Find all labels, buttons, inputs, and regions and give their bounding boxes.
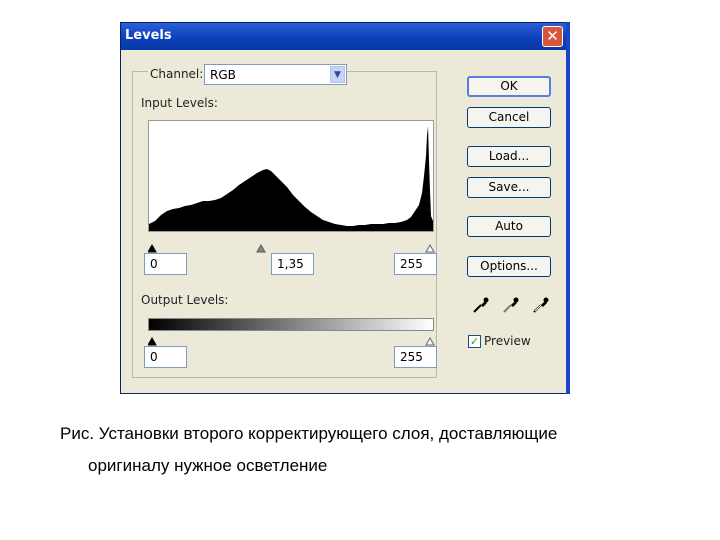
levels-dialog: Levels ✕ Channel: RGB ▼ Input Levels: 0 … (120, 22, 568, 394)
gray-eyedropper-icon[interactable] (502, 296, 520, 314)
histogram-graph (149, 126, 433, 231)
white-eyedropper-icon[interactable] (532, 296, 550, 314)
input-black-handle[interactable] (147, 243, 157, 253)
output-white-field[interactable]: 255 (394, 346, 437, 368)
auto-button[interactable]: Auto (467, 216, 551, 237)
input-levels-label: Input Levels: (141, 96, 218, 110)
ok-button[interactable]: OK (467, 76, 551, 97)
channel-select[interactable]: RGB ▼ (204, 64, 347, 85)
output-levels-label: Output Levels: (141, 293, 229, 307)
input-white-field[interactable]: 255 (394, 253, 437, 275)
output-slider[interactable] (147, 331, 435, 346)
input-white-handle[interactable] (425, 243, 435, 253)
window-edge (566, 22, 570, 394)
save-button[interactable]: Save... (467, 177, 551, 198)
preview-checkbox[interactable]: ✓ (468, 335, 481, 348)
dialog-title: Levels (125, 28, 172, 43)
load-button[interactable]: Load... (467, 146, 551, 167)
output-black-handle[interactable] (147, 336, 157, 346)
channel-value: RGB (210, 68, 236, 82)
input-gamma-handle[interactable] (256, 243, 266, 253)
input-black-field[interactable]: 0 (144, 253, 187, 275)
preview-label: Preview (484, 334, 531, 348)
cancel-button[interactable]: Cancel (467, 107, 551, 128)
channel-label: Channel: (148, 67, 206, 81)
input-slider[interactable] (147, 238, 435, 253)
output-slider-handles[interactable] (147, 336, 448, 346)
black-eyedropper-icon[interactable] (472, 296, 490, 314)
histogram (148, 120, 434, 232)
caption-line-2: оригиналу нужное осветление (88, 456, 328, 475)
input-slider-handles[interactable] (147, 243, 448, 253)
options-button[interactable]: Options... (467, 256, 551, 277)
close-button[interactable]: ✕ (542, 26, 563, 47)
caption-line-1: Рис. Установки второго корректирующего с… (60, 424, 558, 443)
chevron-down-icon[interactable]: ▼ (330, 66, 345, 83)
output-black-field[interactable]: 0 (144, 346, 187, 368)
output-gradient-bar (148, 318, 434, 331)
input-gamma-field[interactable]: 1,35 (271, 253, 314, 275)
title-bar[interactable]: Levels ✕ (121, 23, 567, 50)
output-white-handle[interactable] (425, 336, 435, 346)
